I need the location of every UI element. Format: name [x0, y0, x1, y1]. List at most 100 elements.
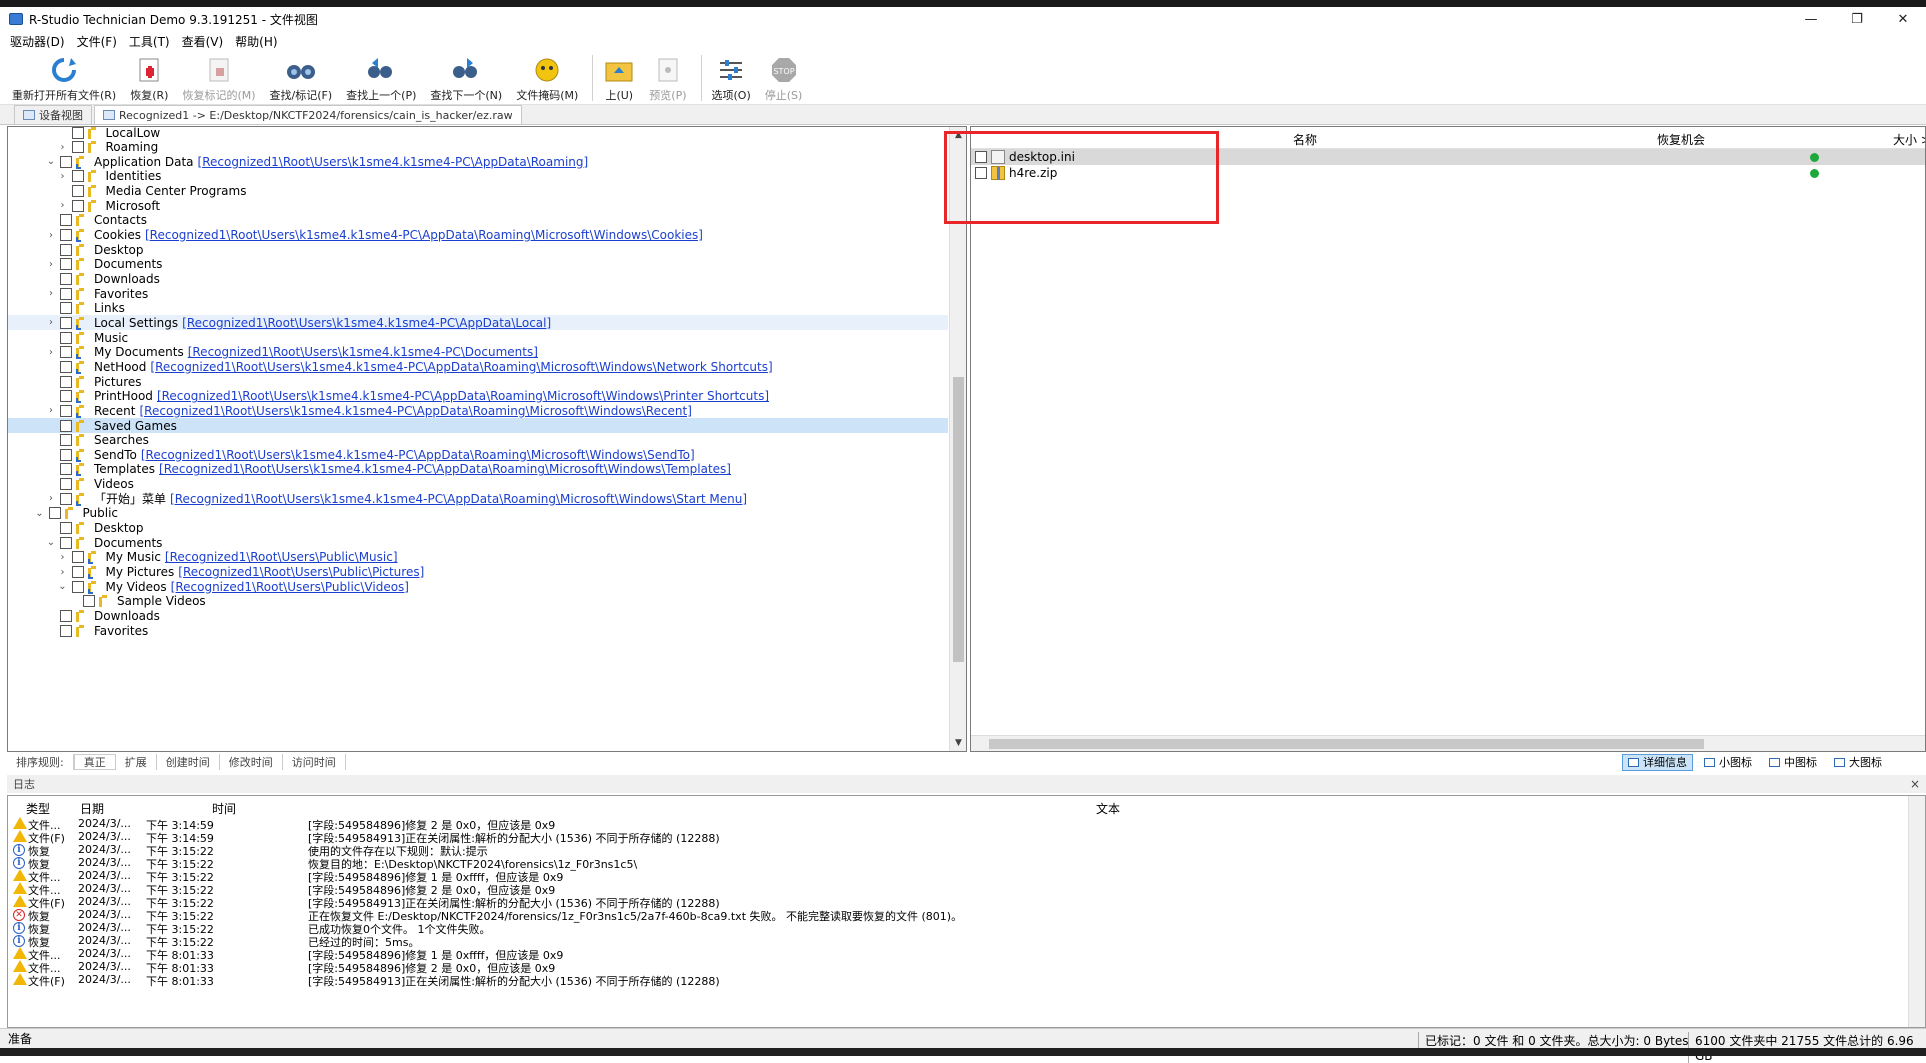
chevron-right-icon[interactable]: ›: [57, 200, 69, 212]
tree-row[interactable]: NetHood [Recognized1\Root\Users\k1sme4.k1…: [8, 359, 948, 374]
file-row[interactable]: h4re.zip: [971, 165, 1925, 181]
tree-row[interactable]: PrintHood [Recognized1\Root\Users\k1sme4.…: [8, 389, 948, 404]
tree-item-link[interactable]: [Recognized1\Root\Users\k1sme4.k1sme4-PC…: [150, 360, 772, 374]
menu-item-3[interactable]: 查看(V): [182, 33, 224, 50]
chevron-down-icon[interactable]: ⌄: [57, 581, 69, 593]
tree-checkbox[interactable]: [60, 624, 72, 637]
tree-checkbox[interactable]: [71, 170, 84, 183]
tree-row[interactable]: › Identities: [8, 169, 948, 184]
tree-row[interactable]: Links: [8, 301, 948, 316]
tree-row[interactable]: › My Pictures [Recognized1\Root\Users\Publ…: [8, 565, 948, 580]
chevron-right-icon[interactable]: ›: [57, 170, 69, 182]
file-horizontal-scrollbar[interactable]: [971, 735, 1925, 751]
tree-checkbox[interactable]: [60, 463, 72, 476]
tree-item-link[interactable]: [Recognized1\Root\Users\k1sme4.k1sme4-PC…: [198, 155, 589, 169]
log-row[interactable]: 文件(F) 2024/3/... 下午 3:15:22 [字段:549584913]正…: [8, 894, 1908, 910]
tree-checkbox[interactable]: [60, 434, 72, 447]
tree-checkbox[interactable]: [60, 287, 72, 300]
tree-checkbox[interactable]: [60, 609, 72, 622]
tree-item-link[interactable]: [Recognized1\Root\Users\k1sme4.k1sme4-PC…: [139, 404, 691, 418]
log-column-time[interactable]: 时间: [212, 800, 236, 817]
scroll-down-icon[interactable]: ▼: [950, 735, 966, 751]
tree-checkbox[interactable]: [60, 155, 72, 168]
tree-item-link[interactable]: [Recognized1\Root\Users\k1sme4.k1sme4-PC…: [145, 228, 703, 242]
tree-row[interactable]: ⌄ Documents: [8, 535, 948, 550]
menu-item-1[interactable]: 文件(F): [77, 33, 117, 50]
tree-item-link[interactable]: [Recognized1\Root\Users\k1sme4.k1sme4-PC…: [159, 462, 731, 476]
tree-vertical-scrollbar[interactable]: ▲ ▼: [949, 127, 966, 751]
log-row[interactable]: 文件... 2024/3/... 下午 8:01:33 [字段:549584896]修…: [8, 959, 1908, 975]
toolbar-button-5[interactable]: 查找下一个(N): [430, 51, 502, 103]
chevron-right-icon[interactable]: ›: [45, 258, 57, 270]
tree-row[interactable]: Pictures: [8, 374, 948, 389]
menu-item-2[interactable]: 工具(T): [129, 33, 170, 50]
scroll-up-icon[interactable]: ▲: [950, 127, 966, 143]
tree-checkbox[interactable]: [60, 375, 72, 388]
maximize-button[interactable]: ❐: [1834, 7, 1880, 31]
tree-item-link[interactable]: [Recognized1\Root\Users\Public\Music]: [165, 550, 398, 564]
chevron-right-icon[interactable]: ›: [45, 288, 57, 300]
tree-checkbox[interactable]: [60, 273, 72, 285]
log-row[interactable]: 文件... 2024/3/... 下午 3:15:22 [字段:549584896]修…: [8, 868, 1908, 884]
tree-item-link[interactable]: [Recognized1\Root\Users\k1sme4.k1sme4-PC…: [182, 316, 551, 330]
minimize-button[interactable]: —: [1788, 7, 1834, 31]
tree-row[interactable]: Downloads: [8, 272, 948, 287]
tree-checkbox[interactable]: [60, 522, 72, 535]
tree-checkbox[interactable]: [60, 478, 72, 491]
tree-row[interactable]: SendTo [Recognized1\Root\Users\k1sme4.k1s…: [8, 447, 948, 462]
tree-row[interactable]: ⌄ My Videos [Recognized1\Root\Users\Public…: [8, 579, 948, 594]
tree-checkbox[interactable]: [60, 390, 72, 403]
tree-row[interactable]: › Favorites: [8, 286, 948, 301]
file-row[interactable]: desktop.ini: [971, 149, 1925, 165]
tree-checkbox[interactable]: [60, 536, 72, 549]
view-button-1[interactable]: 小图标: [1698, 754, 1758, 771]
toolbar-button-4[interactable]: 查找上一个(P): [346, 51, 416, 103]
chevron-right-icon[interactable]: ›: [45, 493, 57, 505]
toolbar-button-9[interactable]: 选项(O): [712, 51, 751, 103]
tree-row[interactable]: ⌄ Application Data [Recognized1\Root\Users…: [8, 154, 948, 169]
tree-checkbox[interactable]: [60, 419, 72, 432]
tree-row[interactable]: Searches: [8, 433, 948, 448]
tree-row[interactable]: › 「开始」菜单 [Recognized1\Root\Users\k1sme4.k1…: [8, 491, 948, 507]
tree-checkbox[interactable]: [60, 214, 72, 227]
tree-checkbox[interactable]: [71, 185, 84, 198]
tree-item-link[interactable]: [Recognized1\Root\Users\Public\Pictures]: [178, 565, 424, 579]
sort-option-4[interactable]: 访问时间: [283, 754, 346, 770]
tree-item-link[interactable]: [Recognized1\Root\Users\k1sme4.k1sme4-PC…: [157, 389, 769, 403]
tree-row[interactable]: Saved Games: [8, 418, 948, 433]
chevron-down-icon[interactable]: ⌄: [45, 537, 57, 549]
chevron-down-icon[interactable]: ⌄: [45, 156, 57, 168]
tree-row[interactable]: Downloads: [8, 608, 948, 623]
menu-item-0[interactable]: 驱动器(D): [10, 33, 65, 50]
chevron-right-icon[interactable]: ›: [45, 229, 57, 241]
tree-checkbox[interactable]: [60, 331, 72, 344]
sort-option-1[interactable]: 扩展: [116, 754, 157, 770]
log-row[interactable]: i 恢复 2024/3/... 下午 3:15:22 已经过的时间：5ms。: [8, 933, 1908, 949]
tree-checkbox[interactable]: [60, 316, 72, 329]
tree-row[interactable]: › Microsoft: [8, 198, 948, 213]
log-row[interactable]: 文件... 2024/3/... 下午 8:01:33 [字段:549584896]修…: [8, 946, 1908, 962]
sort-option-3[interactable]: 修改时间: [220, 754, 283, 770]
tree-row[interactable]: › Local Settings [Recognized1\Root\Users\k…: [8, 315, 948, 331]
tree-checkbox[interactable]: [83, 595, 95, 608]
tree-row[interactable]: › Roaming: [8, 140, 948, 155]
chevron-right-icon[interactable]: ›: [57, 551, 69, 563]
sort-option-0[interactable]: 真正: [73, 754, 116, 770]
column-size[interactable]: 大小 >: [1893, 131, 1925, 148]
tree-row[interactable]: › Documents: [8, 257, 948, 272]
tree-item-link[interactable]: [Recognized1\Root\Users\k1sme4.k1sme4-PC…: [170, 492, 747, 506]
tree-row[interactable]: › My Documents [Recognized1\Root\Users\k1s…: [8, 345, 948, 360]
log-row[interactable]: 文件... 2024/3/... 下午 3:15:22 [字段:549584896]修…: [8, 881, 1908, 897]
tree-checkbox[interactable]: [71, 580, 84, 593]
toolbar-button-8[interactable]: 预览(P): [649, 51, 687, 103]
toolbar-button-1[interactable]: 恢复(R): [130, 51, 168, 103]
scroll-thumb[interactable]: [953, 377, 964, 662]
column-recovery[interactable]: 恢复机会: [1657, 131, 1705, 148]
tree-item-link[interactable]: [Recognized1\Root\Users\k1sme4.k1sme4-PC…: [141, 448, 695, 462]
log-row[interactable]: 文件(F) 2024/3/... 下午 8:01:33 [字段:549584913]正…: [8, 972, 1908, 988]
toolbar-button-2[interactable]: 恢复标记的(M): [182, 51, 256, 103]
tree-checkbox[interactable]: [60, 229, 72, 242]
view-button-3[interactable]: 大图标: [1828, 754, 1888, 771]
tree-row[interactable]: Music: [8, 330, 948, 345]
log-row[interactable]: i 恢复 2024/3/... 下午 3:15:22 已成功恢复0个文件。 1个文件失败…: [8, 920, 1908, 936]
